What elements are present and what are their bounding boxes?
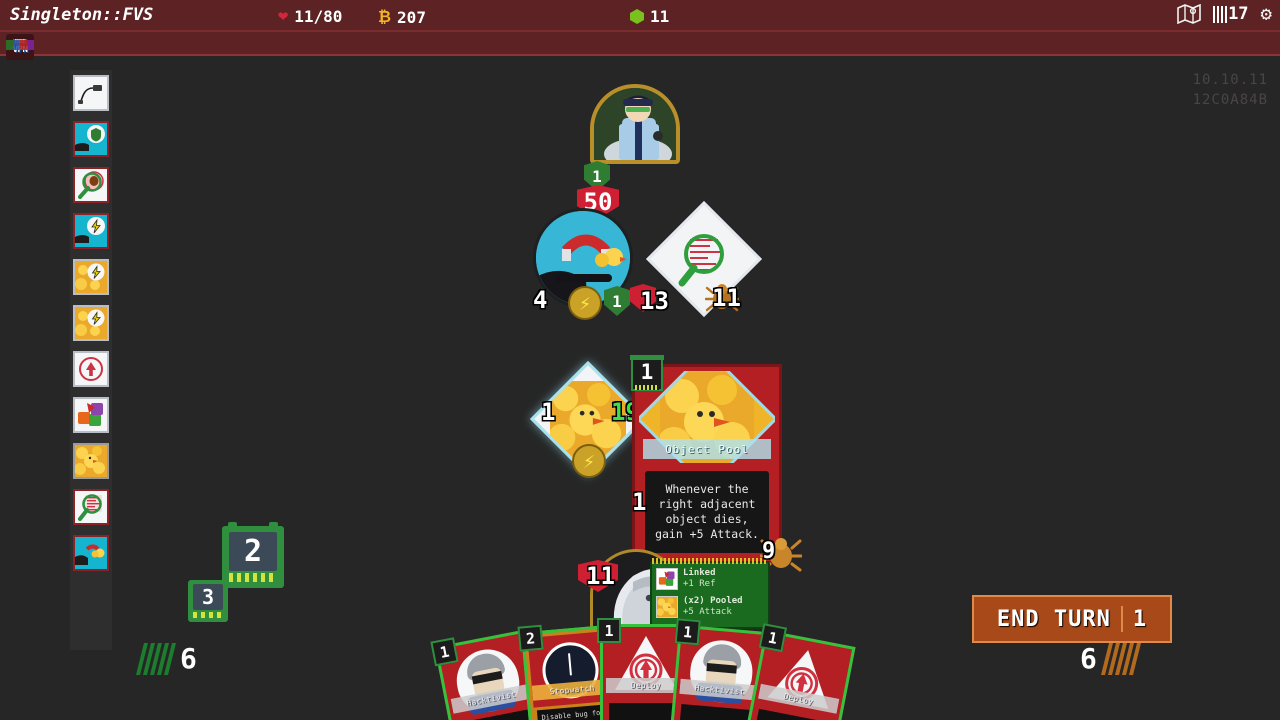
tooltip-title: (x2) Pooled — [683, 596, 743, 606]
topbar-underline — [0, 32, 1280, 56]
heart-icon: ❤ — [278, 6, 289, 26]
magnet-shield-badge: 1 — [604, 286, 630, 316]
hand-card-text — [685, 708, 751, 714]
hand-card-cost: 2 — [517, 624, 544, 652]
deck-count-indicator[interactable]: 17 — [1213, 4, 1249, 24]
knight-health-value: 11 — [586, 562, 615, 590]
topbar-right-controls: 17 ⚙ — [1177, 3, 1272, 25]
green-hex-gem-icon — [630, 9, 644, 24]
enemy-shield-value: 1 — [592, 166, 602, 186]
enemy-unit-police-officer[interactable] — [590, 84, 680, 164]
hand-card-cost: 1 — [674, 618, 701, 646]
memory-chip-small-value: 3 — [192, 584, 224, 611]
run-title: Singleton::FVS — [10, 5, 154, 25]
memory-chip-large-value: 2 — [229, 532, 277, 571]
object-pool-title: Object Pool — [643, 439, 771, 459]
chip-tab-right — [269, 522, 278, 530]
code-health-value: 13 — [640, 287, 669, 315]
gem-value: 11 — [650, 7, 670, 26]
game-screen: Singleton::FVS ❤ 11/80 ₿ 207 11 17 ⚙ VPN… — [0, 0, 1280, 720]
memory-chip-large[interactable]: 2 — [222, 522, 284, 588]
coin-stat: ₿ 207 — [378, 7, 426, 27]
gem-stat: 11 — [630, 7, 669, 26]
health-stat: ❤ 11/80 — [278, 7, 342, 26]
hand-card-cost: 1 — [597, 618, 621, 643]
object-pool-description: Whenever the right adjacent object dies,… — [655, 482, 759, 541]
lightning-badge-magnet: ⚡ — [568, 286, 602, 320]
deck-count-value: 17 — [1228, 4, 1249, 24]
bitcoin-icon: ₿ — [378, 7, 392, 26]
tooltip-title: Linked — [683, 568, 716, 578]
magnet-shield-value: 1 — [612, 291, 622, 311]
chip-tab-left — [228, 522, 237, 530]
puzzle-pieces-icon — [656, 568, 678, 590]
knight-bug-value: 9 — [762, 539, 776, 564]
top-status-bar: Singleton::FVS ❤ 11/80 ₿ 207 11 17 ⚙ — [0, 0, 1280, 32]
vpn-stripe-decor — [6, 40, 34, 50]
map-icon[interactable] — [1177, 3, 1201, 25]
duck-attack-value: 1 — [541, 398, 556, 426]
hand-card-cost: 1 — [758, 623, 788, 653]
code-bug-value: 11 — [712, 284, 741, 312]
knight-attack-value: 1 — [632, 488, 647, 516]
clock-hand — [568, 653, 572, 676]
tooltip-row: Linked +1 Ref — [656, 568, 764, 590]
chip-pins — [229, 572, 277, 583]
object-pool-description-box: Whenever the right adjacent object dies,… — [645, 471, 769, 553]
tooltip-text: Linked +1 Ref — [683, 568, 716, 590]
gear-icon[interactable]: ⚙ — [1261, 4, 1272, 24]
health-value: 11/80 — [294, 7, 343, 26]
object-pool-cost-value: 1 — [640, 360, 654, 384]
player-hand: 1 Hacktivist 2 Stopwatch Disable bug for… — [0, 610, 1280, 720]
object-pool-cost-chip: 1 — [630, 355, 664, 391]
battle-board: 1 50 ⚡ 4 1 13 11 ⚡ 1 19 Object Pool When… — [0, 56, 1280, 675]
coin-value: 207 — [397, 7, 426, 27]
magnet-attack-value: 4 — [533, 286, 548, 314]
card-stack-icon — [1213, 5, 1228, 23]
hand-card-cost: 1 — [430, 637, 459, 667]
lightning-badge-duck: ⚡ — [572, 444, 606, 478]
tooltip-effect: +1 Ref — [683, 579, 716, 589]
